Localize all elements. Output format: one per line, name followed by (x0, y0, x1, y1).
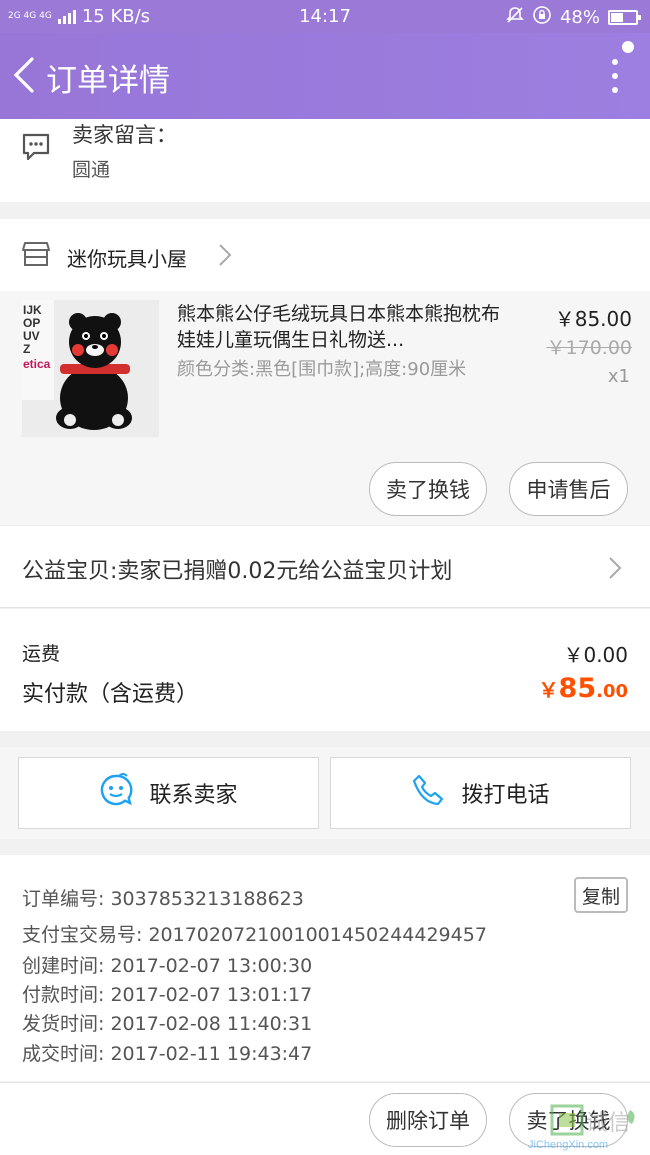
header-bar: 订单详情 (0, 33, 650, 119)
phone-icon (411, 773, 445, 813)
notification-dot (622, 41, 634, 53)
seller-message-section: 卖家留言： 圆通 (0, 119, 650, 202)
created-time: 创建时间: 2017-02-07 13:00:30 (22, 955, 313, 977)
charity-text: 公益宝贝:卖家已捐赠0.02元给公益宝贝计划 (22, 559, 453, 584)
mute-icon (506, 6, 524, 29)
alipay-trade-number: 支付宝交易号: 2017020721001001450244429457 (22, 924, 487, 946)
copy-button[interactable]: 复制 (574, 877, 628, 913)
product-thumbnail[interactable]: IJK OP UV Z etica (22, 300, 159, 437)
product-original-price: ￥170.00 (546, 337, 632, 359)
battery-icon (608, 10, 641, 25)
paid-label: 实付款（含运费） (22, 682, 199, 707)
watermark-logo: 诚信 JiChengXin.com (526, 1102, 644, 1152)
svg-text:诚信: 诚信 (586, 1111, 630, 1136)
message-icon (20, 131, 52, 167)
store-icon (22, 241, 50, 271)
order-item[interactable]: IJK OP UV Z etica 熊本熊公仔毛绒玩具日本熊本熊抱枕布娃娃儿童玩… (0, 291, 650, 525)
product-price: ￥85.00 (554, 307, 632, 331)
more-menu-icon[interactable] (612, 59, 618, 93)
battery-percent: 48% (559, 7, 600, 28)
completed-time: 成交时间: 2017-02-11 19:43:47 (22, 1043, 313, 1065)
svg-text:etica: etica (23, 357, 51, 371)
seller-message-value: 圆通 (72, 159, 111, 181)
shipping-value: ￥0.00 (563, 643, 628, 667)
shop-name: 迷你玩具小屋 (67, 247, 187, 271)
paid-amount: ￥85.00 (538, 673, 628, 704)
order-number: 订单编号: 3037853213188623 (22, 888, 304, 910)
shipped-time: 发货时间: 2017-02-08 11:40:31 (22, 1013, 313, 1035)
contact-seller-button[interactable]: 联系卖家 (18, 757, 319, 829)
chevron-right-icon (218, 243, 232, 271)
status-bar: 2G 4G 4G 15 KB/s 14:17 48% (0, 0, 650, 33)
page-title: 订单详情 (46, 63, 170, 99)
shipping-label: 运费 (22, 643, 61, 665)
payment-summary: 运费 ￥0.00 实付款（含运费） ￥85.00 (0, 609, 650, 731)
chat-bubble-icon (99, 773, 133, 813)
svg-text:IJK: IJK (23, 303, 42, 317)
product-title: 熊本熊公仔毛绒玩具日本熊本熊抱枕布娃娃儿童玩偶生日礼物送... (177, 303, 501, 351)
seller-message-label: 卖家留言： (72, 123, 177, 147)
call-phone-label: 拨打电话 (461, 783, 550, 808)
product-sku: 颜色分类:黑色[围巾款];高度:90厘米 (177, 359, 467, 380)
call-phone-button[interactable]: 拨打电话 (330, 757, 631, 829)
contact-seller-label: 联系卖家 (149, 783, 238, 808)
contact-bar: 联系卖家 拨打电话 (0, 747, 650, 839)
delete-order-button[interactable]: 删除订单 (369, 1093, 487, 1147)
svg-text:UV: UV (23, 329, 40, 343)
lock-rotation-icon (532, 5, 552, 30)
paid-time: 付款时间: 2017-02-07 13:01:17 (22, 984, 313, 1006)
order-info-section: 订单编号: 3037853213188623 复制 支付宝交易号: 201702… (0, 855, 650, 1081)
shop-row[interactable]: 迷你玩具小屋 (0, 219, 650, 291)
svg-text:Z: Z (23, 342, 30, 356)
svg-text:OP: OP (23, 316, 40, 330)
charity-row[interactable]: 公益宝贝:卖家已捐赠0.02元给公益宝贝计划 (0, 525, 650, 608)
resell-button[interactable]: 卖了换钱 (369, 462, 487, 516)
back-icon[interactable] (10, 55, 40, 95)
svg-text:JiChengXin.com: JiChengXin.com (528, 1139, 608, 1151)
product-quantity: x1 (607, 366, 630, 387)
after-sale-button[interactable]: 申请售后 (509, 462, 628, 516)
chevron-right-icon (608, 556, 622, 584)
